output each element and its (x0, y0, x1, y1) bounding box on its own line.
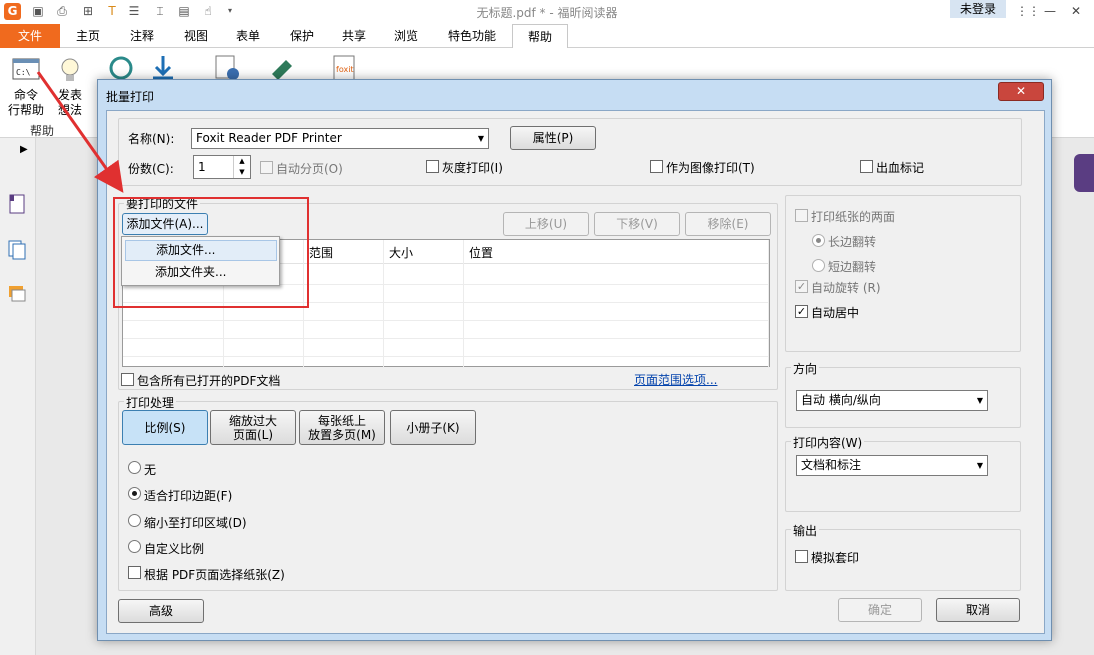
column-location[interactable]: 位置 (469, 244, 493, 261)
plugin-icon[interactable] (268, 54, 298, 82)
move-down-button[interactable]: 下移(V) (594, 212, 680, 236)
print-as-image-label: 作为图像打印(T) (666, 161, 755, 175)
include-open-docs-label: 包含所有已打开的PDF文档 (137, 374, 281, 388)
tab-protect[interactable]: 保护 (280, 24, 324, 48)
column-range[interactable]: 范围 (309, 244, 333, 261)
auto-rotate-label: 自动旋转 (R) (811, 281, 881, 295)
chevron-down-icon: ▼ (976, 396, 983, 405)
move-up-button[interactable]: 上移(U) (503, 212, 589, 236)
dialog-title: 批量打印 (106, 90, 155, 104)
page-range-options-link[interactable]: 页面范围选项... (634, 371, 717, 388)
update-icon[interactable] (106, 54, 136, 82)
shrink-oversized-button[interactable]: 缩放过大 页面(L) (210, 410, 296, 445)
tab-home[interactable]: 主页 (66, 24, 110, 48)
dialog-close-button[interactable]: ✕ (998, 82, 1044, 101)
ok-button[interactable]: 确定 (838, 598, 922, 622)
copies-stepper[interactable]: ▲ ▼ (233, 156, 250, 178)
paper-by-pdf-checkbox[interactable] (128, 566, 141, 579)
orientation-legend: 方向 (791, 360, 820, 377)
layout-icon[interactable]: ⋮⋮ (1016, 2, 1040, 20)
short-edge-radio[interactable] (812, 259, 825, 272)
remove-button[interactable]: 移除(E) (685, 212, 771, 236)
login-button[interactable]: 未登录 (950, 0, 1006, 18)
simulate-overprint-label: 模拟套印 (811, 551, 860, 565)
cancel-button[interactable]: 取消 (936, 598, 1020, 622)
comments-icon[interactable] (8, 284, 26, 304)
tab-help[interactable]: 帮助 (512, 24, 568, 49)
chevron-down-icon: ▼ (477, 134, 484, 143)
print-content-select[interactable]: 文档和标注 ▼ (796, 455, 988, 476)
svg-text:foxit: foxit (336, 65, 354, 74)
multiple-pages-button[interactable]: 每张纸上 放置多页(M) (299, 410, 385, 445)
shrink-to-area-label: 缩小至打印区域(D) (144, 516, 247, 530)
tip-lamp-icon[interactable] (1074, 154, 1094, 192)
shrink-to-area-radio[interactable] (128, 514, 141, 527)
bleed-marks-label: 出血标记 (876, 161, 925, 175)
minimize-button[interactable]: — (1040, 2, 1060, 20)
expand-arrow-icon[interactable]: ▶ (20, 144, 28, 155)
custom-scale-radio[interactable] (128, 540, 141, 553)
both-sides-checkbox[interactable] (795, 209, 808, 222)
custom-scale-label: 自定义比例 (144, 542, 205, 556)
tab-view[interactable]: 视图 (174, 24, 218, 48)
ribbon-tabs: 文件 主页 注释 视图 表单 保护 共享 浏览 特色功能 帮助 哈 ✕ ⚙ (0, 24, 1094, 69)
scale-mode-button[interactable]: 比例(S) (122, 410, 208, 445)
short-edge-label: 短边翻转 (828, 260, 877, 274)
output-legend: 输出 (791, 522, 820, 539)
scale-none-label: 无 (144, 463, 157, 477)
window-title: 无标题.pdf * - 福昕阅读器 (476, 6, 618, 20)
command-line-help-button[interactable]: C:\ 命令 行帮助 (6, 56, 46, 118)
auto-center-checkbox[interactable]: ✓ (795, 305, 808, 318)
tab-share[interactable]: 共享 (332, 24, 376, 48)
svg-text:C:\: C:\ (16, 68, 31, 77)
print-handling-legend: 打印处理 (124, 394, 177, 411)
fit-margins-radio[interactable] (128, 487, 141, 500)
annotation-highlight-box (113, 197, 309, 308)
terminal-icon: C:\ (12, 58, 40, 80)
simulate-overprint-checkbox[interactable] (795, 550, 808, 563)
tab-comment[interactable]: 注释 (120, 24, 164, 48)
print-content-group (785, 441, 1021, 512)
booklet-button[interactable]: 小册子(K) (390, 410, 476, 445)
page-icon[interactable] (8, 194, 26, 214)
tab-file[interactable]: 文件 (0, 24, 60, 48)
auto-center-label: 自动居中 (811, 306, 860, 320)
auto-collate-label: 自动分页(O) (276, 162, 343, 176)
auto-rotate-checkbox[interactable]: ✓ (795, 280, 808, 293)
both-sides-label: 打印纸张的两面 (811, 210, 896, 224)
ribbon-group-label: 帮助 (30, 124, 55, 138)
scale-none-radio[interactable] (128, 461, 141, 474)
tab-form[interactable]: 表单 (226, 24, 270, 48)
pdf-settings-icon[interactable] (212, 54, 242, 82)
title-bar: G ▣ ⎙ ⊞ T ☰ ⌶ ▤ ☝ ▾ 无标题.pdf * - 福昕阅读器 未登… (0, 0, 1094, 24)
include-open-docs-checkbox[interactable] (121, 373, 134, 386)
layers-icon[interactable] (8, 240, 26, 260)
long-edge-label: 长边翻转 (828, 235, 877, 249)
auto-collate-checkbox[interactable] (260, 161, 273, 174)
feedback-button[interactable]: 发表 想法 (52, 56, 88, 118)
paper-by-pdf-label: 根据 PDF页面选择纸张(Z) (144, 568, 285, 582)
copies-label: 份数(C): (128, 162, 174, 176)
column-size[interactable]: 大小 (389, 244, 413, 261)
print-content-legend: 打印内容(W) (791, 434, 865, 451)
printer-name-select[interactable]: Foxit Reader PDF Printer ▼ (191, 128, 489, 149)
foxit-about-icon[interactable]: foxit (330, 54, 360, 82)
tab-browse[interactable]: 浏览 (384, 24, 428, 48)
chevron-down-icon: ▼ (976, 461, 983, 470)
tab-featured[interactable]: 特色功能 (440, 24, 504, 48)
close-window-button[interactable]: ✕ (1066, 2, 1086, 20)
printer-name-label: 名称(N): (128, 132, 175, 146)
download-icon[interactable] (148, 54, 178, 82)
long-edge-radio[interactable] (812, 234, 825, 247)
left-sidebar: ▶ (0, 138, 36, 655)
lightbulb-icon (61, 58, 79, 81)
properties-button[interactable]: 属性(P) (510, 126, 596, 150)
bleed-marks-checkbox[interactable] (860, 160, 873, 173)
fit-margins-label: 适合打印边距(F) (144, 489, 233, 503)
print-as-image-checkbox[interactable] (650, 160, 663, 173)
advanced-button[interactable]: 高级 (118, 599, 204, 623)
orientation-select[interactable]: 自动 横向/纵向 ▼ (796, 390, 988, 411)
grayscale-label: 灰度打印(I) (442, 161, 503, 175)
grayscale-checkbox[interactable] (426, 160, 439, 173)
